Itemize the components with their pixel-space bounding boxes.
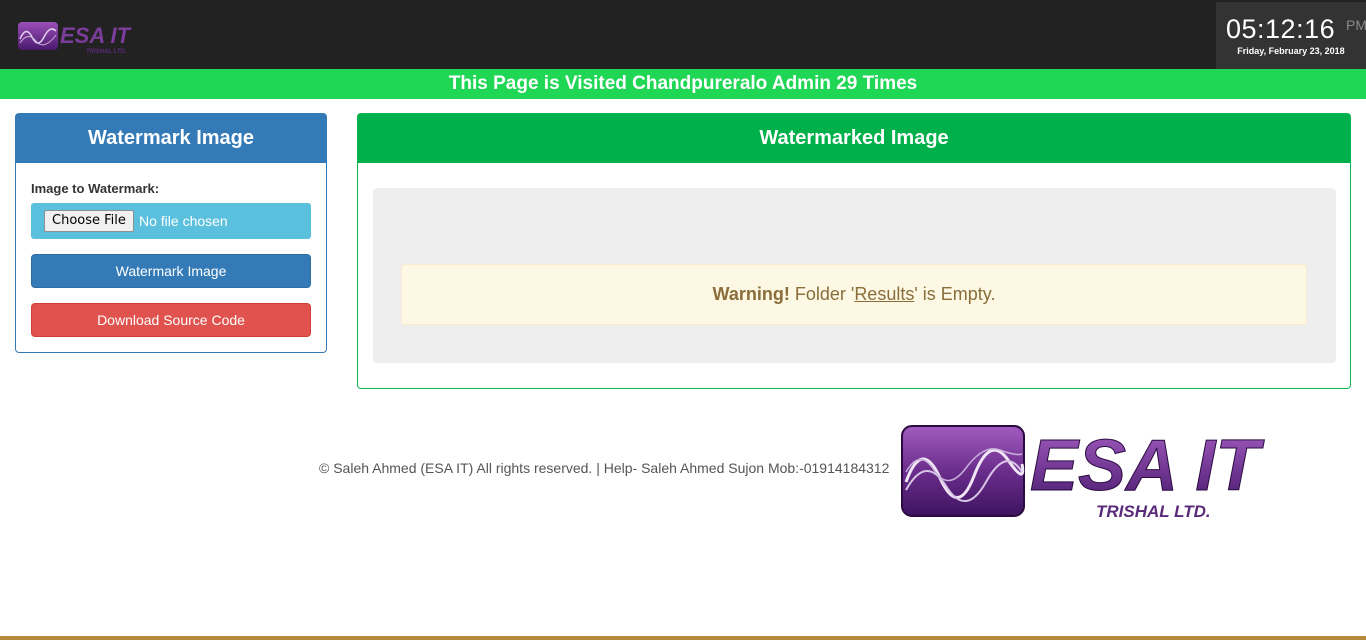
clock-ampm: PM <box>1346 17 1366 33</box>
warning-prefix: Folder ' <box>789 284 855 304</box>
footer-copyright: © Saleh Ahmed (ESA IT) All rights reserv… <box>319 460 890 476</box>
logo-wordmark: ESA IT <box>1030 426 1265 506</box>
clock-widget: 05:12:16 PM Friday, February 23, 2018 <box>1216 2 1366 69</box>
esa-it-logo[interactable]: ESA IT TRISHAL LTD. <box>16 17 156 57</box>
file-status-text: No file chosen <box>139 213 228 229</box>
file-input[interactable]: Choose File No file chosen <box>31 203 311 239</box>
visit-counter-banner: This Page is Visited Chandpureralo Admin… <box>0 69 1366 99</box>
clock-time: 05:12:16 <box>1226 14 1336 44</box>
svg-text:ESA IT: ESA IT <box>60 23 132 48</box>
clock-date: Friday, February 23, 2018 <box>1237 46 1345 56</box>
empty-folder-alert: Warning! Folder 'Results' is Empty. <box>401 264 1307 325</box>
esa-it-footer-logo: ESA IT TRISHAL LTD. <box>901 425 1266 520</box>
watermark-image-button[interactable]: Watermark Image <box>31 254 311 288</box>
panel-title: Watermark Image <box>16 114 326 163</box>
visit-counter-text: This Page is Visited Chandpureralo Admin… <box>448 73 918 94</box>
watermark-form-panel: Watermark Image Image to Watermark: Choo… <box>15 113 327 353</box>
bottom-border <box>0 636 1366 640</box>
top-navbar: ESA IT TRISHAL LTD. 05:12:16 PM Friday, … <box>0 0 1366 69</box>
file-field-label: Image to Watermark: <box>31 181 160 196</box>
watermarked-image-panel: Watermarked Image Warning! Folder 'Resul… <box>357 113 1351 389</box>
warning-suffix: ' is Empty. <box>914 284 996 304</box>
choose-file-button[interactable]: Choose File <box>44 210 134 232</box>
svg-text:TRISHAL LTD.: TRISHAL LTD. <box>86 49 127 55</box>
warning-label: Warning! <box>712 284 790 304</box>
logo-subtext: TRISHAL LTD. <box>1096 502 1211 520</box>
download-source-button[interactable]: Download Source Code <box>31 303 311 337</box>
results-well: Warning! Folder 'Results' is Empty. <box>373 188 1336 363</box>
panel-title: Watermarked Image <box>358 114 1350 163</box>
results-folder-link[interactable]: Results <box>854 284 914 304</box>
